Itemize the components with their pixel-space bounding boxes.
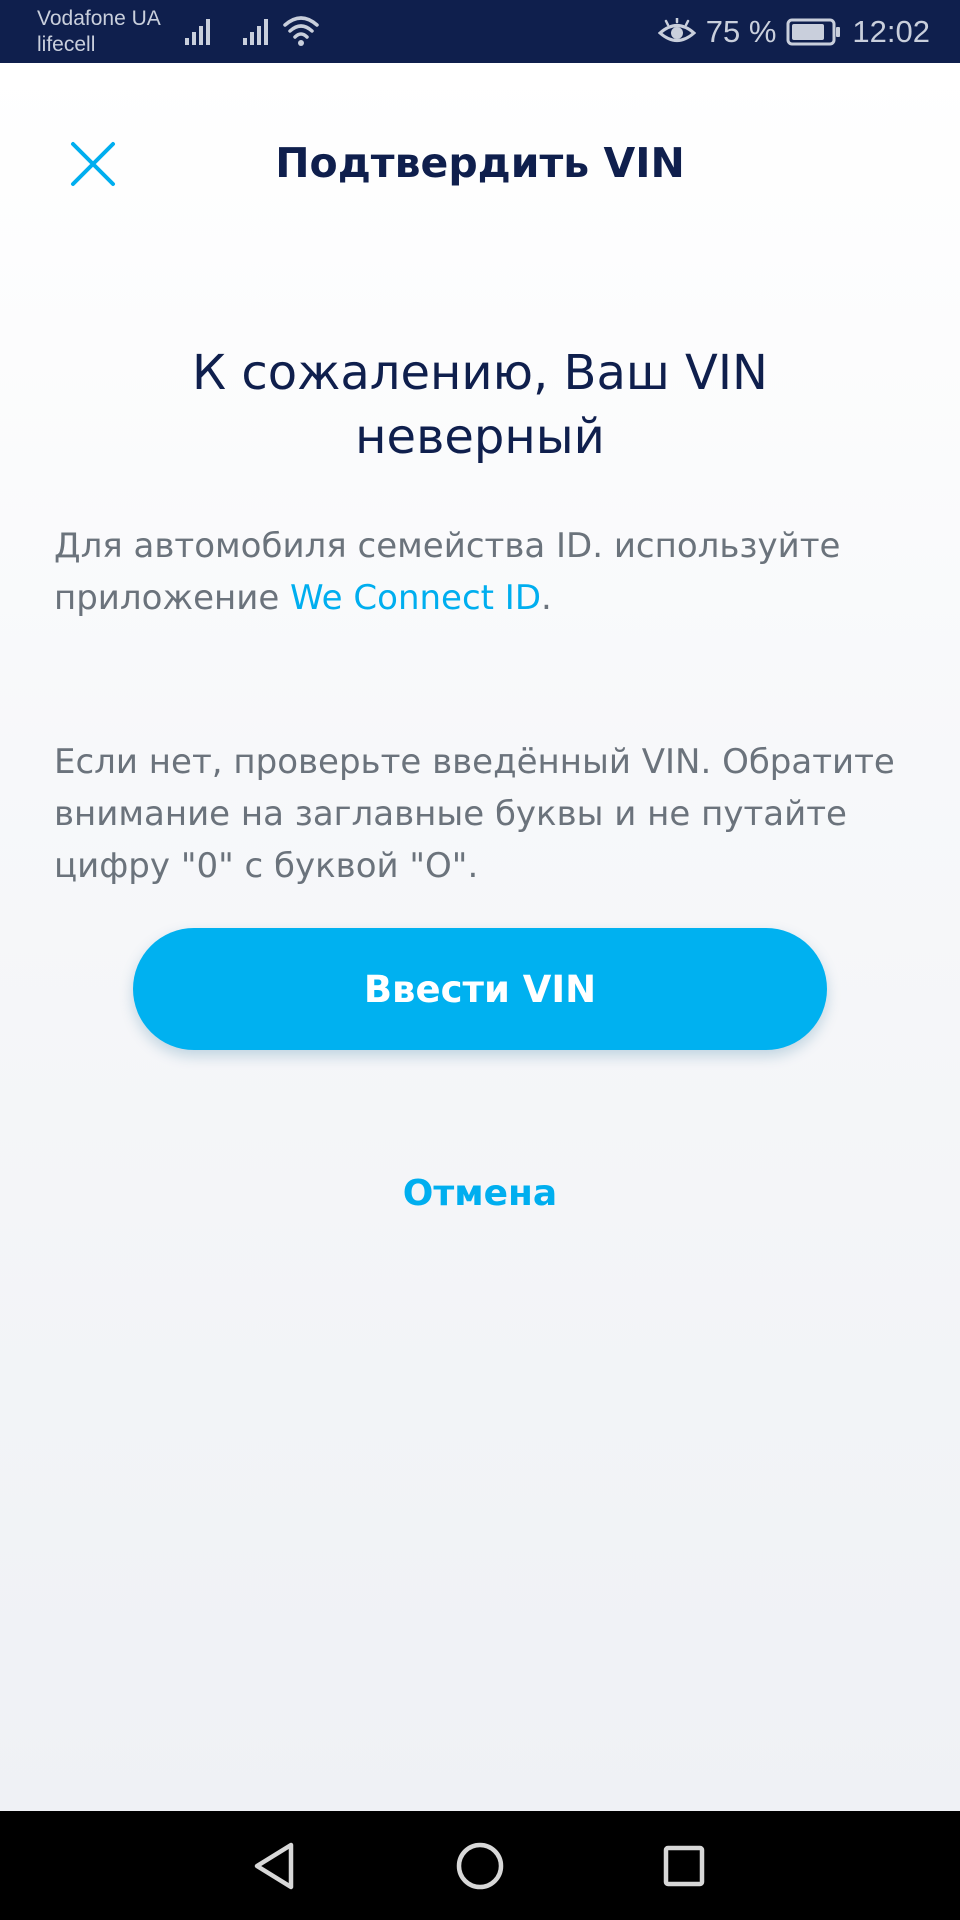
page-title: Подтвердить VIN [275, 139, 685, 187]
nav-recents-button[interactable] [653, 1835, 715, 1897]
eye-comfort-icon [657, 18, 696, 42]
carrier-name-primary: Vodafone UA [37, 7, 161, 30]
back-icon [254, 1842, 294, 1890]
info-paragraph-check-vin: Если нет, проверьте введённый VIN. Обрат… [54, 742, 895, 886]
nav-home-button[interactable] [449, 1835, 511, 1897]
info-text-after-link: . [541, 578, 552, 618]
recents-icon [663, 1845, 705, 1887]
battery-percent: 75 % [705, 14, 777, 49]
cell-signal-icon [185, 19, 210, 45]
system-navigation-bar [0, 1811, 960, 1920]
status-clock: 12:02 [852, 14, 930, 49]
carrier-info: Vodafone UA lifecell [37, 6, 161, 58]
error-headline: К сожалению, Ваш VIN неверный [192, 345, 768, 465]
we-connect-id-link[interactable]: We Connect ID [290, 578, 541, 618]
battery-icon [786, 18, 841, 46]
wifi-icon [283, 16, 319, 46]
status-bar: Vodafone UA lifecell 75 % 12:02 [0, 0, 960, 63]
cell-signal-icon [243, 19, 268, 45]
cancel-button[interactable]: Отмена [330, 1173, 630, 1214]
enter-vin-button[interactable]: Ввести VIN [133, 928, 827, 1050]
status-right-group: 75 % 12:02 [657, 10, 930, 54]
main-content: Подтвердить VIN К сожалению, Ваш VIN нев… [0, 63, 960, 1811]
nav-back-button[interactable] [243, 1835, 305, 1897]
home-icon [456, 1842, 504, 1890]
info-paragraph-family-id: Для автомобиля семейства ID. используйте… [54, 520, 924, 624]
carrier-name-secondary: lifecell [37, 33, 96, 56]
